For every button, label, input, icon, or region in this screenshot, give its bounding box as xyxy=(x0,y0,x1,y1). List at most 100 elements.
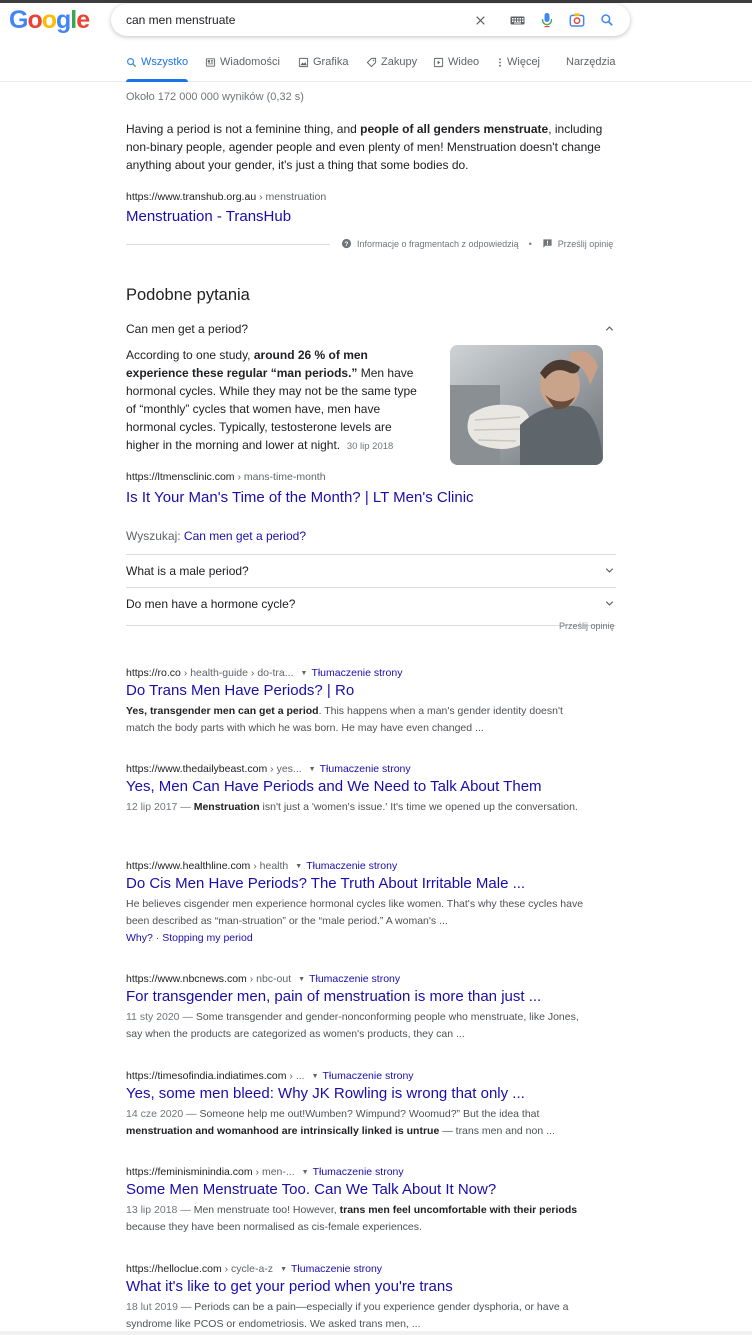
tab-label: Wiadomości xyxy=(220,56,280,68)
caret-down-icon[interactable]: ▼ xyxy=(302,1169,309,1176)
cite-path: › yes... xyxy=(267,763,302,775)
translate-link[interactable]: Tłumaczenie strony xyxy=(323,1070,414,1082)
cite-domain: https://ro.co xyxy=(126,667,181,679)
tab-shopping[interactable]: Zakupy xyxy=(366,56,417,68)
paa-question-text: Can men get a period? xyxy=(126,321,249,336)
search-result: https://ro.co › health-guide › do-tra...… xyxy=(126,667,586,737)
sitelink[interactable]: Stopping my period xyxy=(162,932,252,944)
cite-domain: https://www.transhub.org.au xyxy=(126,191,257,203)
paa-question-text: What is a male period? xyxy=(126,563,249,578)
feedback-link[interactable]: Prześlij opinię xyxy=(558,239,614,249)
tab-label: Wideo xyxy=(448,56,480,68)
result-description: He believes cisgender men experience hor… xyxy=(126,896,586,930)
search-result: https://helloclue.com › cycle-a-z ▼ Tłum… xyxy=(126,1263,586,1333)
caret-down-icon[interactable]: ▼ xyxy=(301,670,308,677)
tab-news[interactable]: Wiadomości xyxy=(205,56,280,68)
keyboard-icon[interactable] xyxy=(509,12,525,28)
tools-button[interactable]: Narzędzia xyxy=(566,56,616,68)
desc-text: Someone help me out!Wumben? Wimpund? Woo… xyxy=(199,1108,540,1120)
result-date: 13 lip 2018 — xyxy=(126,1204,194,1216)
tab-label: Zakupy xyxy=(381,56,418,68)
desc-bold: menstruation and womanhood are intrinsic… xyxy=(126,1125,440,1137)
sitelink[interactable]: Why? xyxy=(126,932,153,944)
search-tabs: Wszystko Wiadomości Grafika Zakupy Wideo… xyxy=(0,48,752,82)
tab-label: Więcej xyxy=(507,56,541,68)
tab-images[interactable]: Grafika xyxy=(298,56,348,68)
google-logo[interactable]: Google xyxy=(9,6,90,35)
cite-domain: https://helloclue.com xyxy=(126,1263,222,1275)
cite-domain: https://feminisminindia.com xyxy=(126,1166,253,1178)
result-date: 18 lut 2019 — xyxy=(126,1301,195,1313)
result-title[interactable]: Yes, some men bleed: Why JK Rowling is w… xyxy=(126,1085,586,1102)
tab-label: Wszystko xyxy=(141,56,189,68)
microphone-icon[interactable] xyxy=(539,12,555,28)
horizontal-scrollbar[interactable] xyxy=(0,1331,752,1335)
translate-link[interactable]: Tłumaczenie strony xyxy=(309,973,400,985)
paa-question-2[interactable]: What is a male period? xyxy=(126,554,616,587)
result-cite: https://timesofindia.indiatimes.com › ..… xyxy=(126,1070,586,1082)
caret-down-icon[interactable]: ▼ xyxy=(295,863,302,870)
search-result: https://timesofindia.indiatimes.com › ..… xyxy=(126,1070,586,1140)
about-snippets-link[interactable]: Informacje o fragmentach z odpowiedzią xyxy=(357,239,519,249)
paa-question-3[interactable]: Do men have a hormone cycle? xyxy=(126,587,616,620)
paa-answer-image[interactable] xyxy=(450,345,603,465)
cite-domain: https://www.nbcnews.com xyxy=(126,973,247,985)
desc-bold: Menstruation xyxy=(193,801,260,813)
chevron-up-icon xyxy=(602,322,616,336)
result-title[interactable]: Do Cis Men Have Periods? The Truth About… xyxy=(126,875,586,892)
search-box[interactable] xyxy=(111,4,630,36)
translate-link[interactable]: Tłumaczenie strony xyxy=(306,860,397,872)
tab-video[interactable]: Wideo xyxy=(433,56,479,68)
search-icon[interactable] xyxy=(599,12,615,28)
paa-feedback-link[interactable]: Prześlij opinię xyxy=(559,621,615,631)
caret-down-icon[interactable]: ▼ xyxy=(280,1266,287,1273)
cite-path: › health-guide › do-tra... xyxy=(180,667,294,679)
search-result: https://www.thedailybeast.com › yes... ▼… xyxy=(126,763,586,816)
search-result: https://feminisminindia.com › men-... ▼ … xyxy=(126,1166,586,1236)
translate-link[interactable]: Tłumaczenie strony xyxy=(291,1263,382,1275)
translate-link[interactable]: Tłumaczenie strony xyxy=(311,667,402,679)
result-title[interactable]: Some Men Menstruate Too. Can We Talk Abo… xyxy=(126,1181,586,1198)
search-label: Wyszukaj: xyxy=(126,529,184,543)
translate-link[interactable]: Tłumaczenie strony xyxy=(320,763,411,775)
paa-answer-title[interactable]: Is It Your Man's Time of the Month? | LT… xyxy=(126,489,474,506)
result-title[interactable]: Yes, Men Can Have Periods and We Need to… xyxy=(126,778,586,795)
result-cite: https://www.healthline.com › health ▼ Tł… xyxy=(126,860,586,872)
result-title[interactable]: Do Trans Men Have Periods? | Ro xyxy=(126,682,586,699)
caret-down-icon[interactable]: ▼ xyxy=(312,1073,319,1080)
caret-down-icon[interactable]: ▼ xyxy=(309,766,316,773)
desc-bold: trans men feel uncomfortable with their … xyxy=(339,1204,578,1216)
result-description: 12 lip 2017 — Menstruation isn't just a … xyxy=(126,799,586,816)
result-cite: https://www.thedailybeast.com › yes... ▼… xyxy=(126,763,586,775)
cite-domain: https://timesofindia.indiatimes.com xyxy=(126,1070,287,1082)
result-date: 14 cze 2020 — xyxy=(126,1108,200,1120)
tab-label: Grafika xyxy=(313,56,349,68)
logo-letter: g xyxy=(56,6,71,34)
camera-icon[interactable] xyxy=(569,12,585,28)
news-icon xyxy=(205,57,216,67)
feedback-icon xyxy=(543,239,552,248)
result-date: 11 sty 2020 — xyxy=(126,1011,196,1023)
translate-link[interactable]: Tłumaczenie strony xyxy=(313,1166,404,1178)
result-stats: Około 172 000 000 wyników (0,32 s) xyxy=(126,91,304,103)
result-date: 12 lip 2017 — xyxy=(126,801,194,813)
paa-search-link[interactable]: Can men get a period? xyxy=(184,529,306,543)
answer-date: 30 lip 2018 xyxy=(346,441,394,452)
result-title[interactable]: For transgender men, pain of menstruatio… xyxy=(126,988,586,1005)
cite-domain: https://ltmensclinic.com xyxy=(126,471,235,483)
help-icon: ? xyxy=(341,238,352,249)
result-title[interactable]: What it's like to get your period when y… xyxy=(126,1278,586,1295)
featured-result-title[interactable]: Menstruation - TransHub xyxy=(126,208,291,225)
paa-question-1[interactable]: Can men get a period? xyxy=(126,312,616,345)
cite-path: › menstruation xyxy=(256,191,327,203)
logo-letter: e xyxy=(76,6,90,34)
more-vert-icon xyxy=(499,57,501,67)
close-icon[interactable] xyxy=(472,12,488,28)
search-input[interactable] xyxy=(126,10,466,30)
cite-path: › ... xyxy=(286,1070,305,1082)
tab-all[interactable]: Wszystko xyxy=(126,56,188,68)
browser-top-border xyxy=(0,0,752,3)
answer-text: According to one study, xyxy=(126,348,254,362)
caret-down-icon[interactable]: ▼ xyxy=(298,976,305,983)
tab-more[interactable]: Więcej xyxy=(497,56,540,68)
